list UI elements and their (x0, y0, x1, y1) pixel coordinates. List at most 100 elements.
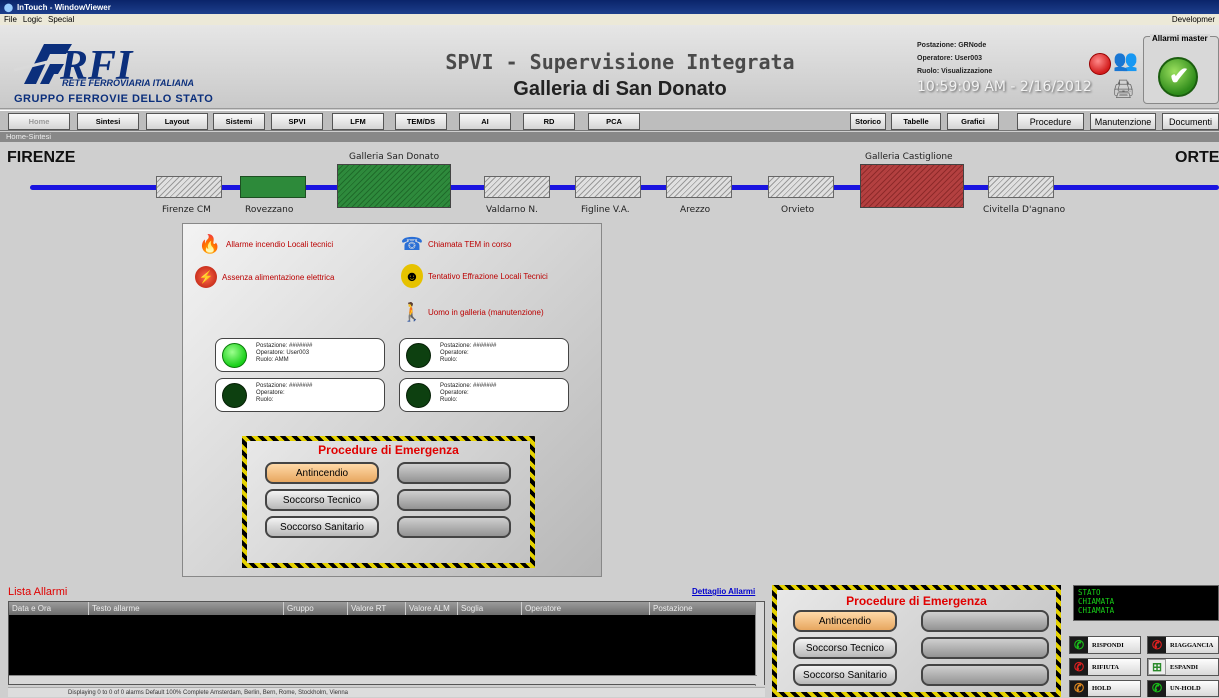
legend-intrusion-text: Tentativo Effrazione Locali Tecnici (428, 271, 548, 281)
menu-bar: File Logic Special Developmer (0, 14, 1219, 25)
phone-unhold-icon: ✆ (1148, 680, 1166, 697)
column-header[interactable]: Operatore (522, 602, 650, 615)
nav-home-button[interactable]: Home (8, 113, 70, 130)
soccorso-sanitario-button[interactable]: Soccorso Sanitario (793, 664, 897, 686)
tunnel-detail-panel: 🔥 Allarme incendio Locali tecnici ⚡ Asse… (182, 223, 602, 577)
nav-procedure-button[interactable]: Procedure (1017, 113, 1084, 130)
soccorso-tecnico-button[interactable]: Soccorso Tecnico (793, 637, 897, 659)
legend-fire: 🔥 Allarme incendio Locali tecnici (199, 232, 333, 256)
tunnel-label-san-donato: Galleria San Donato (349, 152, 440, 162)
legend-man-text: Uomo in galleria (manutenzione) (428, 307, 544, 317)
column-header[interactable]: Valore ALM (406, 602, 458, 615)
emergency-blank-button[interactable] (921, 610, 1049, 632)
column-header[interactable]: Testo allarme (89, 602, 284, 615)
column-header[interactable]: Valore RT (348, 602, 406, 615)
workstation-card[interactable]: Postazione: ####### Operatore: User003 R… (215, 338, 385, 372)
emergency-title: Procedure di Emergenza (318, 443, 459, 457)
station-label: Arezzo (680, 205, 711, 215)
menu-special[interactable]: Special (48, 15, 74, 24)
nav-spvi-button[interactable]: SPVI (271, 113, 323, 130)
nav-tabelle-button[interactable]: Tabelle (891, 113, 941, 130)
tunnel-castiglione[interactable] (860, 164, 964, 208)
menu-logic[interactable]: Logic (23, 15, 42, 24)
antincendio-button[interactable]: Antincendio (793, 610, 897, 632)
emergency-blank-button[interactable] (397, 489, 511, 511)
antincendio-button[interactable]: Antincendio (265, 462, 379, 484)
soccorso-tecnico-button[interactable]: Soccorso Tecnico (265, 489, 379, 511)
workstation-card[interactable]: Postazione: ####### Operatore: Ruolo: (399, 378, 569, 412)
menu-file[interactable]: File (4, 15, 17, 24)
emergency-procedures-panel: Procedure di Emergenza Antincendio Socco… (242, 436, 535, 568)
phone-hangup-icon: ✆ (1148, 637, 1166, 653)
hold-label: HOLD (1092, 685, 1112, 692)
riaggancia-button[interactable]: ✆ RIAGGANCIA (1147, 636, 1219, 654)
tunnel-label-castiglione: Galleria Castiglione (865, 152, 953, 162)
emergency-blank-button[interactable] (921, 637, 1049, 659)
nav-ai-button[interactable]: AI (459, 113, 511, 130)
call-status-line: CHIAMATA (1078, 606, 1115, 615)
soccorso-sanitario-button[interactable]: Soccorso Sanitario (265, 516, 379, 538)
printer-icon[interactable]: 🖨 (1112, 79, 1138, 105)
user-info: Postazione: GRNode Operatore: User003 Ru… (917, 39, 992, 78)
workstation-postazione: Postazione: ####### (440, 383, 497, 389)
station-figline[interactable] (575, 176, 641, 198)
station-arezzo[interactable] (666, 176, 732, 198)
worker-icon: 🚶 (400, 301, 424, 322)
rifiuta-button[interactable]: ✆ RIFIUTA (1069, 658, 1141, 676)
tunnel-san-donato[interactable] (337, 164, 451, 208)
nav-manutenzione-button[interactable]: Manutenzione (1090, 113, 1156, 130)
riaggancia-label: RIAGGANCIA (1170, 641, 1214, 649)
nav-sintesi-button[interactable]: Sintesi (77, 113, 139, 130)
legend-tem-text: Chiamata TEM in corso (428, 239, 512, 249)
column-header[interactable]: Gruppo (284, 602, 348, 615)
emergency-blank-button[interactable] (921, 664, 1049, 686)
station-label: Orvieto (781, 205, 815, 215)
nav-layout-button[interactable]: Layout (146, 113, 208, 130)
station-firenze-cm[interactable] (156, 176, 222, 198)
page-title: Galleria di San Donato (513, 78, 727, 100)
alarm-ack-button[interactable] (1158, 57, 1198, 97)
logout-icon[interactable] (1089, 53, 1111, 75)
emergency-blank-button[interactable] (397, 516, 511, 538)
call-status-line: STATO (1078, 588, 1101, 597)
station-orvieto[interactable] (768, 176, 834, 198)
nav-rd-button[interactable]: RD (523, 113, 575, 130)
hold-button[interactable]: ✆ HOLD (1069, 680, 1141, 697)
station-rovezzano[interactable] (240, 176, 306, 198)
power-alarm-icon: ⚡ (195, 266, 217, 288)
window-title: InTouch - WindowViewer (16, 2, 111, 12)
phone-answer-icon: ✆ (1070, 637, 1088, 653)
call-status-display: STATO CHIAMATA CHIAMATA (1073, 585, 1219, 621)
workstation-operatore: Operatore: User003 (256, 350, 310, 356)
alarm-details-link[interactable]: Dettaglio Allarmi (692, 587, 755, 596)
column-header[interactable]: Soglia (458, 602, 522, 615)
app-title: SPVI - Supervisione Integrata (445, 50, 795, 74)
station-civitella[interactable] (988, 176, 1054, 198)
breadcrumb: Home-Sintesi (0, 132, 1219, 142)
espandi-button[interactable]: ⊞ ESPANDI (1147, 658, 1219, 676)
unhold-button[interactable]: ✆ UN-HOLD (1147, 680, 1219, 697)
station-valdarno[interactable] (484, 176, 550, 198)
nav-storico-button[interactable]: Storico (850, 113, 886, 130)
workstation-card[interactable]: Postazione: ####### Operatore: Ruolo: (399, 338, 569, 372)
workstation-status-led (222, 343, 247, 368)
vertical-scrollbar[interactable] (755, 602, 764, 686)
emergency-blank-button[interactable] (397, 462, 511, 484)
nav-pca-button[interactable]: PCA (588, 113, 640, 130)
nav-sistemi-button[interactable]: Sistemi (213, 113, 265, 130)
column-header[interactable]: Postazione (650, 602, 757, 615)
nav-lfm-button[interactable]: LFM (332, 113, 384, 130)
horizontal-scrollbar[interactable] (9, 675, 757, 684)
nav-grafici-button[interactable]: Grafici (947, 113, 999, 130)
users-icon[interactable]: 👥 (1113, 48, 1139, 76)
nav-temds-button[interactable]: TEM/DS (395, 113, 447, 130)
workstation-card[interactable]: Postazione: ####### Operatore: Ruolo: (215, 378, 385, 412)
logo-gruppo-text: GRUPPO FERROVIE DELLO STATO (14, 93, 214, 105)
expand-icon: ⊞ (1148, 659, 1166, 675)
rispondi-button[interactable]: ✆ RISPONDI (1069, 636, 1141, 654)
nav-documenti-button[interactable]: Documenti (1162, 113, 1219, 130)
column-header[interactable]: Data e Ora (9, 602, 89, 615)
phone-hold-icon: ✆ (1070, 680, 1088, 697)
alarm-table[interactable]: Data e Ora Testo allarme Gruppo Valore R… (8, 601, 765, 686)
legend-tem: ☎ Chiamata TEM in corso (401, 232, 512, 256)
